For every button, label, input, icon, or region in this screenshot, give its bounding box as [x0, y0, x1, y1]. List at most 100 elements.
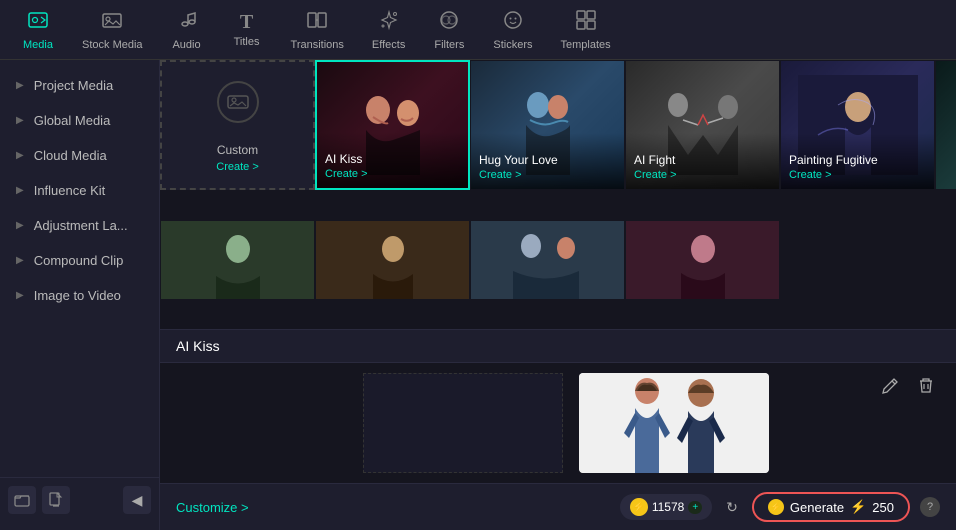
template-card-extra[interactable]	[935, 60, 956, 190]
nav-item-stock-media[interactable]: Stock Media	[68, 3, 157, 57]
refresh-button[interactable]: ↻	[722, 497, 742, 518]
template-card-create-ai-kiss[interactable]: Create >	[325, 168, 460, 180]
chevron-icon-3: ▶	[16, 150, 24, 161]
collapse-sidebar-button[interactable]: ◀	[123, 486, 151, 514]
custom-card-title: Custom	[217, 143, 258, 157]
custom-card-create[interactable]: Create >	[216, 161, 259, 173]
chevron-icon-6: ▶	[16, 255, 24, 266]
template-card-create-hug[interactable]: Create >	[479, 169, 616, 181]
nav-item-stickers[interactable]: Stickers	[479, 3, 546, 57]
sidebar-label-project-media: Project Media	[34, 78, 113, 93]
template-card-ai-kiss[interactable]: AI Kiss Create >	[315, 60, 470, 190]
preview-image	[579, 373, 769, 473]
nav-label-filters: Filters	[434, 39, 464, 51]
template-card-title-fight: AI Fight	[634, 153, 771, 167]
generate-label: Generate	[790, 500, 844, 515]
nav-item-templates[interactable]: Templates	[546, 3, 624, 57]
sidebar-item-project-media[interactable]: ▶ Project Media	[0, 68, 159, 103]
chevron-icon-4: ▶	[16, 185, 24, 196]
sidebar-item-cloud-media[interactable]: ▶ Cloud Media	[0, 138, 159, 173]
credits-badge: ⚡ 11578 +	[620, 494, 712, 520]
filters-icon	[438, 9, 460, 37]
template-row2-card3[interactable]	[470, 220, 625, 300]
sidebar-label-compound: Compound Clip	[34, 253, 124, 268]
template-card-hug-your-love[interactable]: Hug Your Love Create >	[470, 60, 625, 190]
template-row-2	[160, 220, 780, 330]
credits-coin-icon: ⚡	[630, 498, 648, 516]
nav-item-filters[interactable]: Filters	[419, 3, 479, 57]
sidebar-bottom: ◀	[0, 477, 159, 522]
template-card-info-hug: Hug Your Love Create >	[471, 133, 624, 189]
generate-icon: ⚡	[768, 499, 784, 515]
template-card-img-r2c1	[161, 221, 314, 300]
edit-button[interactable]	[876, 371, 904, 399]
template-card-title-ai-kiss: AI Kiss	[325, 152, 460, 166]
preview-action-buttons	[876, 371, 940, 399]
template-card-painting-fugitive[interactable]: Painting Fugitive Create >	[780, 60, 935, 190]
bottom-panel-body	[160, 363, 956, 483]
nav-item-titles[interactable]: T Titles	[217, 3, 277, 57]
template-card-title-painting: Painting Fugitive	[789, 153, 926, 167]
customize-button[interactable]: Customize >	[176, 500, 249, 515]
credits-add-button[interactable]: +	[688, 501, 702, 514]
bottom-footer: Customize > ⚡ 11578 + ↻ ⚡ Generate ⚡	[160, 483, 956, 530]
template-card-img-r2c4	[626, 221, 779, 300]
sidebar-item-compound-clip[interactable]: ▶ Compound Clip	[0, 243, 159, 278]
new-folder-button[interactable]	[8, 486, 36, 514]
template-card-img-r2c2	[316, 221, 469, 300]
sidebar-item-adjustment-layer[interactable]: ▶ Adjustment La...	[0, 208, 159, 243]
template-card-create-fight[interactable]: Create >	[634, 169, 771, 181]
template-row2-card1[interactable]	[160, 220, 315, 300]
template-row2-card2[interactable]	[315, 220, 470, 300]
delete-button[interactable]	[912, 371, 940, 399]
sidebar-label-cloud-media: Cloud Media	[34, 148, 107, 163]
help-button[interactable]: ?	[920, 497, 940, 517]
sidebar-label-image-to-video: Image to Video	[34, 288, 121, 303]
nav-item-media[interactable]: Media	[8, 3, 68, 57]
sidebar-label-adjustment: Adjustment La...	[34, 218, 128, 233]
nav-label-audio: Audio	[172, 39, 200, 51]
generate-cost: 250	[872, 500, 894, 515]
sidebar-item-image-to-video[interactable]: ▶ Image to Video	[0, 278, 159, 313]
nav-item-audio[interactable]: Audio	[157, 3, 217, 57]
templates-grid: Custom Create >	[160, 60, 956, 329]
footer-right: ⚡ 11578 + ↻ ⚡ Generate ⚡ 250 ?	[620, 492, 940, 522]
template-card-info-painting: Painting Fugitive Create >	[781, 133, 934, 189]
generate-button[interactable]: ⚡ Generate ⚡ 250	[752, 492, 910, 522]
audio-icon	[176, 9, 198, 37]
credits-count: 11578	[652, 500, 684, 514]
nav-label-titles: Titles	[234, 36, 260, 48]
sidebar-item-influence-kit[interactable]: ▶ Influence Kit	[0, 173, 159, 208]
bottom-panel-title: AI Kiss	[160, 330, 956, 363]
nav-label-effects: Effects	[372, 39, 405, 51]
nav-item-transitions[interactable]: Transitions	[277, 3, 358, 57]
template-card-info-fight: AI Fight Create >	[626, 133, 779, 189]
stickers-icon	[502, 9, 524, 37]
template-card-img-extra	[936, 61, 956, 189]
template-card-img-r2c3	[471, 221, 624, 300]
chevron-icon-2: ▶	[16, 115, 24, 126]
nav-item-effects[interactable]: Effects	[358, 3, 419, 57]
template-card-create-painting[interactable]: Create >	[789, 169, 926, 181]
chevron-icon-7: ▶	[16, 290, 24, 301]
preview-area	[160, 363, 956, 483]
nav-label-stock: Stock Media	[82, 39, 143, 51]
template-card-custom[interactable]: Custom Create >	[160, 60, 315, 190]
top-navigation: Media Stock Media Audio T Titles	[0, 0, 956, 60]
nav-label-transitions: Transitions	[291, 39, 344, 51]
nav-label-templates: Templates	[560, 39, 610, 51]
sidebar-item-global-media[interactable]: ▶ Global Media	[0, 103, 159, 138]
import-file-button[interactable]	[42, 486, 70, 514]
chevron-icon-5: ▶	[16, 220, 24, 231]
nav-label-media: Media	[23, 39, 53, 51]
preview-left-placeholder	[363, 373, 563, 473]
template-card-ai-fight[interactable]: AI Fight Create >	[625, 60, 780, 190]
bottom-panel: AI Kiss	[160, 329, 956, 530]
sidebar: ▶ Project Media ▶ Global Media ▶ Cloud M…	[0, 60, 160, 530]
effects-icon	[378, 9, 400, 37]
preview-couple-svg	[579, 373, 769, 473]
sidebar-label-global-media: Global Media	[34, 113, 111, 128]
template-row2-card4[interactable]	[625, 220, 780, 300]
stock-media-icon	[101, 9, 123, 37]
titles-icon: T	[240, 11, 253, 34]
